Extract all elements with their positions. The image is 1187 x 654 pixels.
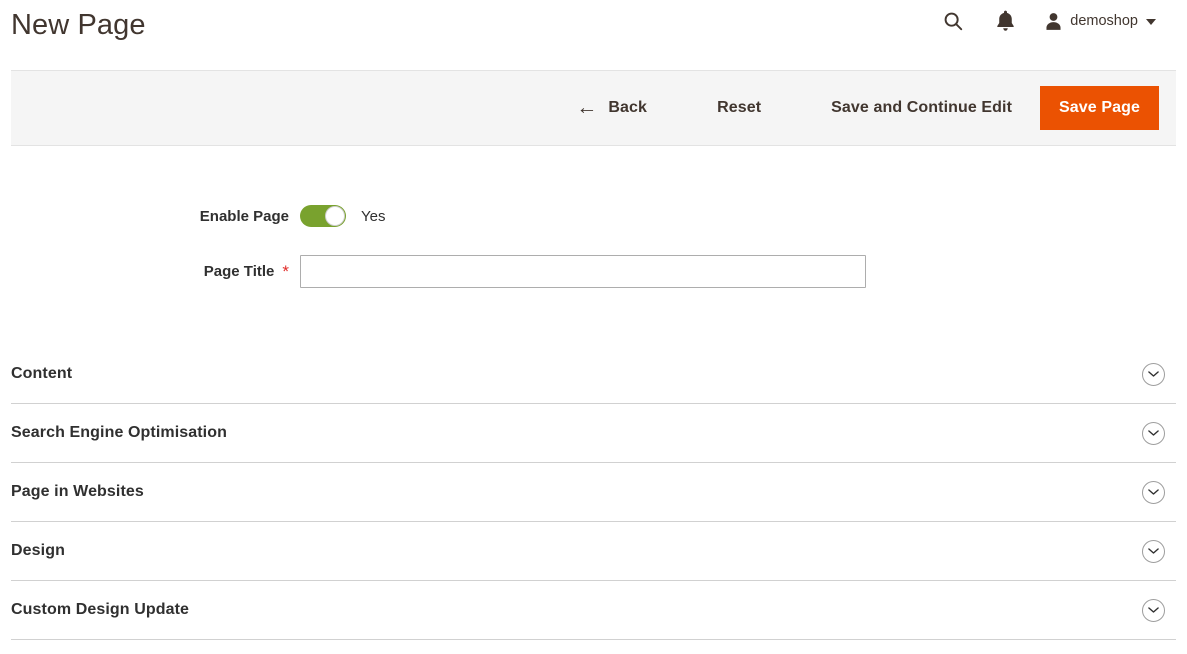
bell-icon[interactable] (992, 8, 1018, 34)
enable-page-value: Yes (361, 207, 386, 225)
section-title: Custom Design Update (11, 601, 190, 618)
back-button-label: Back (608, 99, 648, 116)
required-asterisk: * (282, 262, 289, 281)
enable-page-label: Enable Page (199, 207, 289, 225)
search-icon[interactable] (940, 8, 966, 34)
page-title-label: Page Title (203, 263, 275, 280)
page-title-input[interactable] (300, 255, 866, 288)
reset-button[interactable]: Reset (717, 99, 761, 117)
chevron-down-icon[interactable] (1142, 421, 1165, 445)
enable-page-label-col: Enable Page (0, 208, 300, 225)
chevron-down-icon[interactable] (1142, 539, 1165, 563)
section-search-engine-optimisation[interactable]: Search Engine Optimisation (11, 404, 1176, 463)
section-title: Content (11, 365, 73, 382)
enable-page-control: Yes (300, 205, 385, 227)
page-form: Enable Page Yes Page Title * (0, 146, 1187, 288)
page-title-control (300, 255, 866, 288)
chevron-down-icon[interactable] (1142, 480, 1165, 504)
page-title: New Page (11, 9, 146, 41)
collapsible-sections: Content Search Engine Optimisation Page … (11, 316, 1176, 640)
section-design[interactable]: Design (11, 522, 1176, 581)
chevron-down-icon[interactable] (1142, 362, 1165, 386)
page-actions-toolbar: ← Back Reset Save and Continue Edit Save… (11, 70, 1176, 146)
section-title: Search Engine Optimisation (11, 424, 227, 441)
enable-page-toggle[interactable] (300, 205, 346, 227)
toggle-knob (325, 206, 345, 226)
header-actions: demoshop (940, 0, 1176, 34)
arrow-left-icon: ← (576, 95, 598, 119)
field-page-title: Page Title * (0, 255, 1187, 288)
section-title: Design (11, 542, 65, 559)
chevron-down-icon (1146, 19, 1156, 25)
user-name: demoshop (1070, 13, 1138, 29)
section-page-in-websites[interactable]: Page in Websites (11, 463, 1176, 522)
chevron-down-icon[interactable] (1142, 598, 1165, 622)
page-header: New Page demoshop (0, 0, 1187, 70)
back-button[interactable]: ← Back (576, 95, 648, 119)
save-and-continue-edit-button[interactable]: Save and Continue Edit (831, 99, 1012, 117)
section-content[interactable]: Content (11, 345, 1176, 404)
user-avatar-icon (1044, 12, 1063, 31)
section-custom-design-update[interactable]: Custom Design Update (11, 581, 1176, 640)
user-menu[interactable]: demoshop (1044, 12, 1156, 31)
save-page-button[interactable]: Save Page (1040, 86, 1159, 130)
field-enable-page: Enable Page Yes (0, 205, 1187, 227)
page-title-label-col: Page Title * (0, 263, 300, 280)
admin-page: New Page demoshop ← Back Reset Save and … (0, 0, 1187, 654)
section-title: Page in Websites (11, 483, 144, 500)
